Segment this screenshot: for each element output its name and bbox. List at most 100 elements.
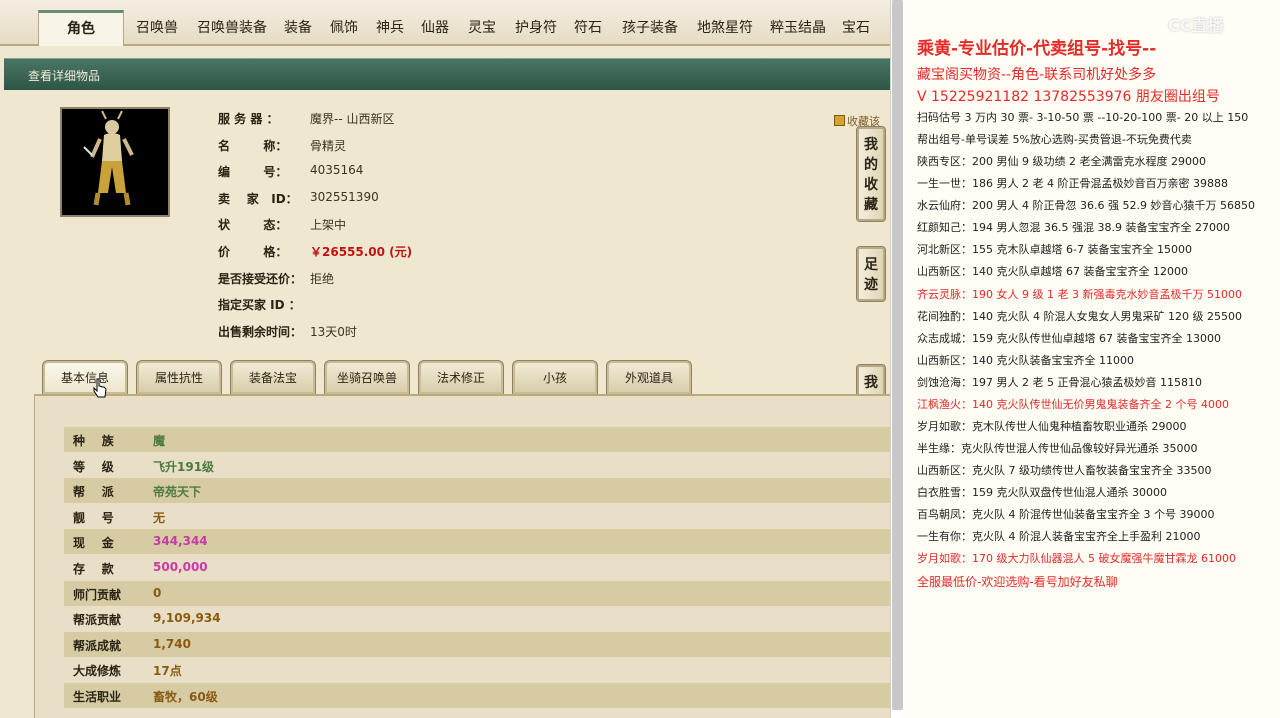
- tab-8[interactable]: 护身符: [508, 12, 564, 44]
- game-panel: 角色 召唤兽 召唤兽装备 装备 佩饰 神兵 仙器 灵宝 护身符 符石 孩子装备 地煞星符 粹玉结晶 宝石 …: [0, 0, 890, 718]
- attribute-label: 帮 派: [73, 485, 114, 500]
- attribute-row: 大成修炼 17点: [64, 657, 890, 683]
- ad-line: 百鸟朝凤：克火队 4 阶混传世仙装备宝宝齐全 3 个号 39000: [917, 508, 1215, 521]
- attribute-value: 飞升191级: [153, 459, 215, 474]
- info-value: 魔界-- 山西新区: [310, 112, 395, 126]
- attribute-label: 帮派贡献: [73, 613, 122, 628]
- tab-4[interactable]: 佩饰: [322, 12, 366, 44]
- tab-1[interactable]: 召唤兽: [128, 12, 186, 44]
- scrollbar-thumb[interactable]: [892, 0, 903, 710]
- ad-line: V 15225921182 13782553976 朋友圈出组号: [917, 89, 1220, 105]
- attribute-label: 现 金: [73, 536, 114, 551]
- info-label: 名 称：: [218, 138, 288, 153]
- ad-line: 水云仙府：200 男人 4 阶正骨忽 36.6 强 52.9 妙音心猿千万 56…: [917, 199, 1255, 212]
- character-avatar: [60, 107, 170, 217]
- attribute-label: 靓 号: [73, 510, 114, 525]
- info-label: 指定买家 ID ：: [218, 298, 301, 313]
- subtab-5[interactable]: 小孩: [512, 360, 598, 394]
- info-value: 4035164: [310, 163, 364, 178]
- subtab-6[interactable]: 外观道具: [606, 360, 692, 394]
- attribute-value: 帝苑天下: [153, 485, 202, 500]
- subtab-1[interactable]: 属性抗性: [136, 360, 222, 394]
- subtab-4[interactable]: 法术修正: [418, 360, 504, 394]
- ad-line: 陕西专区：200 男仙 9 级功绩 2 老全满雷克水程度 29000: [917, 155, 1206, 168]
- attribute-value: 344,344: [153, 534, 208, 549]
- attribute-row: 现 金 344,344: [64, 529, 890, 555]
- info-value: 上架中: [310, 218, 347, 233]
- info-label: 卖 家 ID：: [218, 191, 298, 206]
- attribute-value: 畜牧，60级: [153, 690, 218, 704]
- ad-panel: 乘黄-专业估价-代卖组号-找号-- 藏宝阁买物资--角色-联系司机好处多多 V 15…: [905, 0, 1280, 718]
- ad-line: 一生一世：186 男人 2 老 4 阶正骨混孟极妙音百万亲密 39888: [917, 177, 1228, 190]
- subhead-title: 查看详细物品: [28, 69, 101, 83]
- tab-7[interactable]: 灵宝: [460, 12, 504, 44]
- tab-10[interactable]: 孩子装备: [612, 12, 688, 44]
- subtab-2[interactable]: 装备法宝: [230, 360, 316, 394]
- side-button-label: 足迹: [864, 257, 878, 293]
- attribute-label: 师门贡献: [73, 587, 122, 602]
- attribute-label: 存 款: [73, 562, 114, 576]
- side-button-label: 我的收藏: [864, 137, 878, 213]
- attribute-value: 500,000: [153, 560, 208, 574]
- info-value: 拒绝: [310, 271, 335, 286]
- ad-line: 山西新区：克火队 7 级功绩传世人畜牧装备宝宝齐全 33500: [917, 464, 1212, 477]
- ad-line: 山西新区：140 克火队卓越塔 67 装备宝宝齐全 12000: [917, 265, 1188, 278]
- ad-line: 岁月如歌：克木队传世人仙鬼种植畜牧职业通杀 29000: [917, 420, 1187, 433]
- ad-line: 红颜知己：194 男人忽混 36.5 强混 38.9 装备宝宝齐全 27000: [917, 221, 1230, 234]
- info-label: 状 态：: [218, 218, 288, 233]
- ad-line: 白衣胜雪：159 克火队双盘传世仙混人通杀 30000: [917, 486, 1167, 499]
- info-value: 302551390: [310, 189, 379, 204]
- top-nav: 角色 召唤兽 召唤兽装备 装备 佩饰 神兵 仙器 灵宝 护身符 符石 孩子装备 地煞星符 粹玉结晶 宝石: [0, 0, 890, 46]
- attribute-label: 等 级: [73, 459, 114, 474]
- side-button-1[interactable]: 足迹: [856, 246, 886, 302]
- attribute-label: 大成修炼: [73, 664, 122, 679]
- attribute-value: 17点: [153, 664, 182, 679]
- ad-line: 江枫渔火：140 克火队传世仙无价男鬼鬼装备齐全 2 个号 4000: [917, 398, 1229, 411]
- screen: 角色 召唤兽 召唤兽装备 装备 佩饰 神兵 仙器 灵宝 护身符 符石 孩子装备 地煞星符 粹玉结晶 宝石 …: [0, 0, 1280, 718]
- attribute-value: 魔: [153, 434, 166, 448]
- tab-0[interactable]: 角色: [38, 10, 124, 46]
- info-label: 出售剩余时间：: [218, 324, 303, 339]
- ad-line: 齐云灵脉：190 女人 9 级 1 老 3 新强毒克水妙音孟极千万 51000: [917, 288, 1242, 301]
- ad-line: 扫码估号 3 万内 30 票- 3-10-50 票 --10-20-100 票-…: [917, 111, 1249, 124]
- attribute-row: 帮 派 帝苑天下: [64, 478, 890, 504]
- ad-line: 花间独酌：140 克火队 4 阶混人女鬼女人男鬼采矿 120 级 25500: [917, 310, 1242, 323]
- tab-6[interactable]: 仙器: [412, 12, 458, 44]
- attribute-row: 存 款 500,000: [64, 555, 890, 580]
- attribute-label: 帮派成就: [73, 638, 122, 653]
- star-icon: [834, 115, 845, 126]
- tab-11[interactable]: 地煞星符: [690, 12, 760, 44]
- info-label: 服 务 器 ：: [218, 112, 279, 126]
- info-label: 是否接受还价：: [218, 271, 303, 286]
- ad-line: 藏宝阁买物资--角色-联系司机好处多多: [917, 67, 1157, 83]
- attribute-row: 等 级 飞升191级: [64, 452, 890, 478]
- attribute-value: 9,109,934: [153, 611, 221, 626]
- ad-line: 一生有你：克火队 4 阶混人装备宝宝齐全上手盈利 21000: [917, 530, 1201, 543]
- tab-5[interactable]: 神兵: [368, 12, 412, 44]
- attribute-value: 0: [153, 585, 162, 600]
- attribute-row: 靓 号无: [64, 503, 890, 529]
- side-button-0[interactable]: 我的收藏: [856, 126, 886, 222]
- tab-12[interactable]: 粹玉结晶: [762, 12, 834, 44]
- ad-line: 剑蚀沧海：197 男人 2 老 5 正骨混心猿孟极妙音 115810: [917, 376, 1202, 389]
- subtab-3[interactable]: 坐骑召唤兽: [324, 360, 410, 394]
- attribute-row: 师门贡献 0: [64, 580, 890, 606]
- info-value: ￥26555.00 (元): [310, 245, 413, 259]
- info-label: 编 号：: [218, 165, 288, 180]
- tab-13[interactable]: 宝石: [836, 12, 876, 44]
- ad-line: 岁月如歌：170 级大力队仙器混人 5 破女魔强牛魔甘霖龙 61000: [917, 552, 1236, 565]
- tab-3[interactable]: 装备: [276, 12, 320, 44]
- mouse-cursor-icon: [93, 378, 107, 398]
- attribute-value: 1,740: [153, 636, 191, 651]
- tab-2[interactable]: 召唤兽装备: [190, 12, 274, 44]
- attribute-row: 帮派贡献 9,109,934: [64, 606, 890, 632]
- tab-9[interactable]: 符石: [566, 12, 610, 44]
- subtab-0[interactable]: 基本信息: [42, 360, 128, 394]
- attribute-label: 生活职业: [73, 690, 122, 704]
- info-value: 骨精灵: [310, 138, 347, 153]
- attribute-label: 种 族: [73, 434, 114, 448]
- attribute-row: 种 族魔: [64, 427, 890, 452]
- info-label: 价 格：: [218, 245, 288, 259]
- ad-line: 乘黄-专业估价-代卖组号-找号--: [917, 39, 1157, 59]
- attribute-row: 帮派成就 1,740: [64, 631, 890, 657]
